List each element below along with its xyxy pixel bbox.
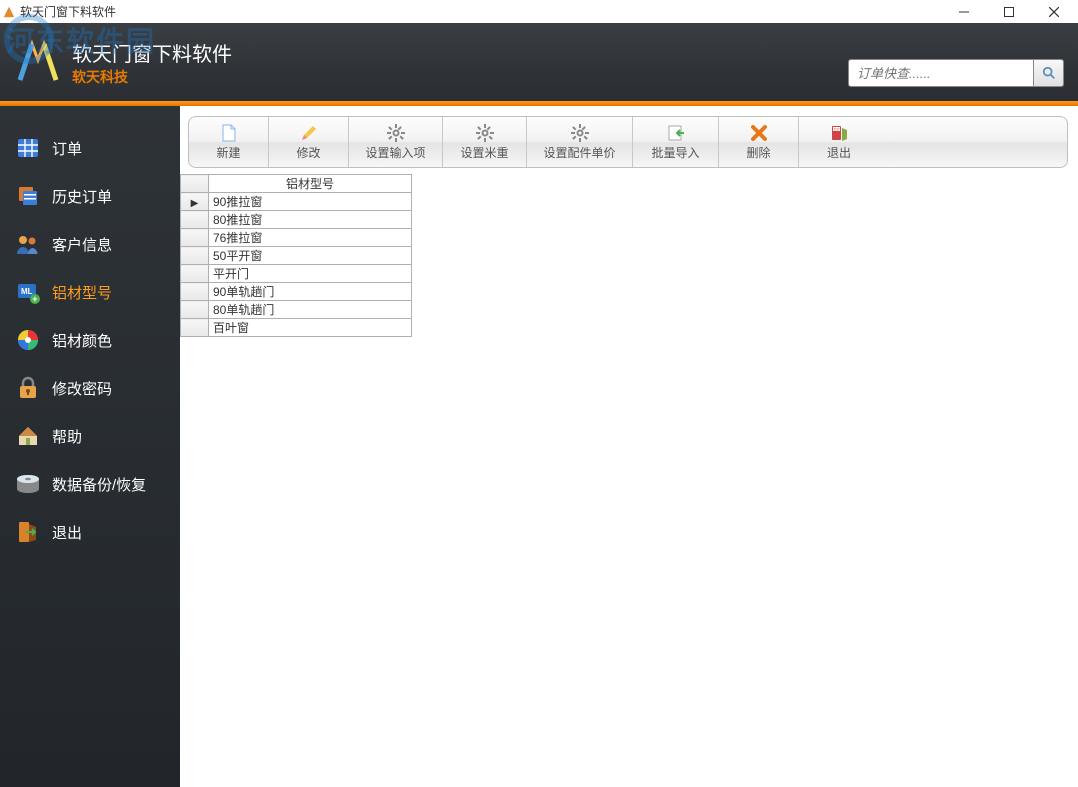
sidebar-item-8[interactable]: 退出 (0, 508, 180, 556)
gear-icon (571, 124, 589, 142)
app-title: 软天门窗下料软件 (72, 38, 232, 67)
sidebar-item-3[interactable]: ML+ 铝材型号 (0, 268, 180, 316)
toolbar-button-6[interactable]: 删除 (719, 117, 799, 167)
search-input[interactable] (848, 59, 1034, 87)
toolbar-button-label: 退出 (827, 144, 851, 161)
import-icon (667, 124, 685, 142)
stack-icon (14, 182, 42, 210)
grid-cell[interactable]: 90单轨趟门 (209, 283, 412, 301)
row-header[interactable] (181, 283, 209, 301)
app-icon (2, 5, 16, 19)
grid-cell[interactable]: 90推拉窗 (209, 193, 412, 211)
titlebar: 软天门窗下料软件 (0, 0, 1078, 23)
material-icon: ML+ (14, 278, 42, 306)
palette-icon (14, 326, 42, 354)
row-header[interactable] (181, 247, 209, 265)
table-row[interactable]: 80单轨趟门 (181, 301, 412, 319)
sidebar-item-label: 客户信息 (52, 234, 112, 255)
grid-cell[interactable]: 76推拉窗 (209, 229, 412, 247)
grid-corner (181, 175, 209, 193)
sidebar-item-label: 数据备份/恢复 (52, 474, 146, 495)
svg-text:ML: ML (21, 287, 33, 296)
table-row[interactable]: 百叶窗 (181, 319, 412, 337)
table-row[interactable]: 76推拉窗 (181, 229, 412, 247)
row-header[interactable] (181, 229, 209, 247)
grid-cell[interactable]: 80推拉窗 (209, 211, 412, 229)
table-row[interactable]: ▶90推拉窗 (181, 193, 412, 211)
toolbar-button-label: 删除 (746, 144, 770, 161)
sidebar-item-label: 铝材颜色 (52, 330, 112, 351)
grid-cell[interactable]: 50平开窗 (209, 247, 412, 265)
header: 软天门窗下料软件 软天科技 (0, 23, 1078, 101)
people-icon (14, 230, 42, 258)
disk-icon (14, 470, 42, 498)
table-row[interactable]: 80推拉窗 (181, 211, 412, 229)
pencil-icon (300, 124, 318, 142)
minimize-button[interactable] (941, 0, 986, 23)
sidebar-item-1[interactable]: 历史订单 (0, 172, 180, 220)
toolbar: 新建 修改 设置输入项 设置米重 设置配件单价 批量导入 删除 EXIT 退出 (188, 116, 1068, 168)
toolbar-button-5[interactable]: 批量导入 (633, 117, 719, 167)
sidebar-item-7[interactable]: 数据备份/恢复 (0, 460, 180, 508)
sidebar-item-label: 历史订单 (52, 186, 112, 207)
sidebar-item-4[interactable]: 铝材颜色 (0, 316, 180, 364)
sidebar-item-label: 修改密码 (52, 378, 112, 399)
table-row[interactable]: 平开门 (181, 265, 412, 283)
lock-icon (14, 374, 42, 402)
grid-icon (14, 134, 42, 162)
search-button[interactable] (1034, 59, 1064, 87)
row-header[interactable] (181, 319, 209, 337)
data-grid[interactable]: 铝材型号▶90推拉窗80推拉窗76推拉窗50平开窗平开门90单轨趟门80单轨趟门… (180, 174, 412, 337)
delete-icon (750, 124, 768, 142)
app-subtitle: 软天科技 (72, 67, 232, 87)
toolbar-button-label: 设置米重 (460, 144, 508, 161)
toolbar-button-label: 设置配件单价 (543, 144, 615, 161)
toolbar-button-label: 设置输入项 (365, 144, 425, 161)
toolbar-button-0[interactable]: 新建 (189, 117, 269, 167)
toolbar-button-4[interactable]: 设置配件单价 (527, 117, 633, 167)
row-header[interactable] (181, 211, 209, 229)
close-button[interactable] (1031, 0, 1076, 23)
toolbar-button-7[interactable]: EXIT 退出 (799, 117, 879, 167)
sidebar-item-2[interactable]: 客户信息 (0, 220, 180, 268)
sidebar-item-label: 退出 (52, 522, 82, 543)
sidebar-item-5[interactable]: 修改密码 (0, 364, 180, 412)
toolbar-button-1[interactable]: 修改 (269, 117, 349, 167)
toolbar-button-label: 新建 (216, 144, 240, 161)
row-header[interactable] (181, 301, 209, 319)
grid-cell[interactable]: 80单轨趟门 (209, 301, 412, 319)
toolbar-button-3[interactable]: 设置米重 (443, 117, 527, 167)
sidebar-item-6[interactable]: 帮助 (0, 412, 180, 460)
grid-header[interactable]: 铝材型号 (209, 175, 412, 193)
window-title: 软天门窗下料软件 (20, 3, 941, 20)
file-icon (220, 124, 238, 142)
sidebar-item-label: 订单 (52, 138, 82, 159)
row-header[interactable] (181, 265, 209, 283)
sidebar-item-0[interactable]: 订单 (0, 124, 180, 172)
row-header[interactable]: ▶ (181, 193, 209, 211)
svg-text:+: + (32, 294, 37, 304)
exit-icon (14, 518, 42, 546)
gear-icon (387, 124, 405, 142)
table-row[interactable]: 50平开窗 (181, 247, 412, 265)
gear-icon (476, 124, 494, 142)
sidebar: 订单历史订单客户信息 ML+ 铝材型号铝材颜色修改密码帮助数据备份/恢复退出 (0, 106, 180, 787)
toolbar-button-label: 修改 (296, 144, 320, 161)
table-row[interactable]: 90单轨趟门 (181, 283, 412, 301)
grid-cell[interactable]: 百叶窗 (209, 319, 412, 337)
home-icon (14, 422, 42, 450)
sidebar-item-label: 铝材型号 (52, 282, 112, 303)
main-panel: 新建 修改 设置输入项 设置米重 设置配件单价 批量导入 删除 EXIT 退出 铝材型号▶90推… (180, 106, 1078, 787)
sidebar-item-label: 帮助 (52, 426, 82, 447)
maximize-button[interactable] (986, 0, 1031, 23)
toolbar-button-2[interactable]: 设置输入项 (349, 117, 443, 167)
toolbar-button-label: 批量导入 (651, 144, 699, 161)
grid-cell[interactable]: 平开门 (209, 265, 412, 283)
exit-btn-icon: EXIT (830, 124, 848, 142)
svg-text:EXIT: EXIT (834, 127, 841, 131)
search-icon (1042, 66, 1056, 80)
watermark-circle (4, 14, 54, 64)
